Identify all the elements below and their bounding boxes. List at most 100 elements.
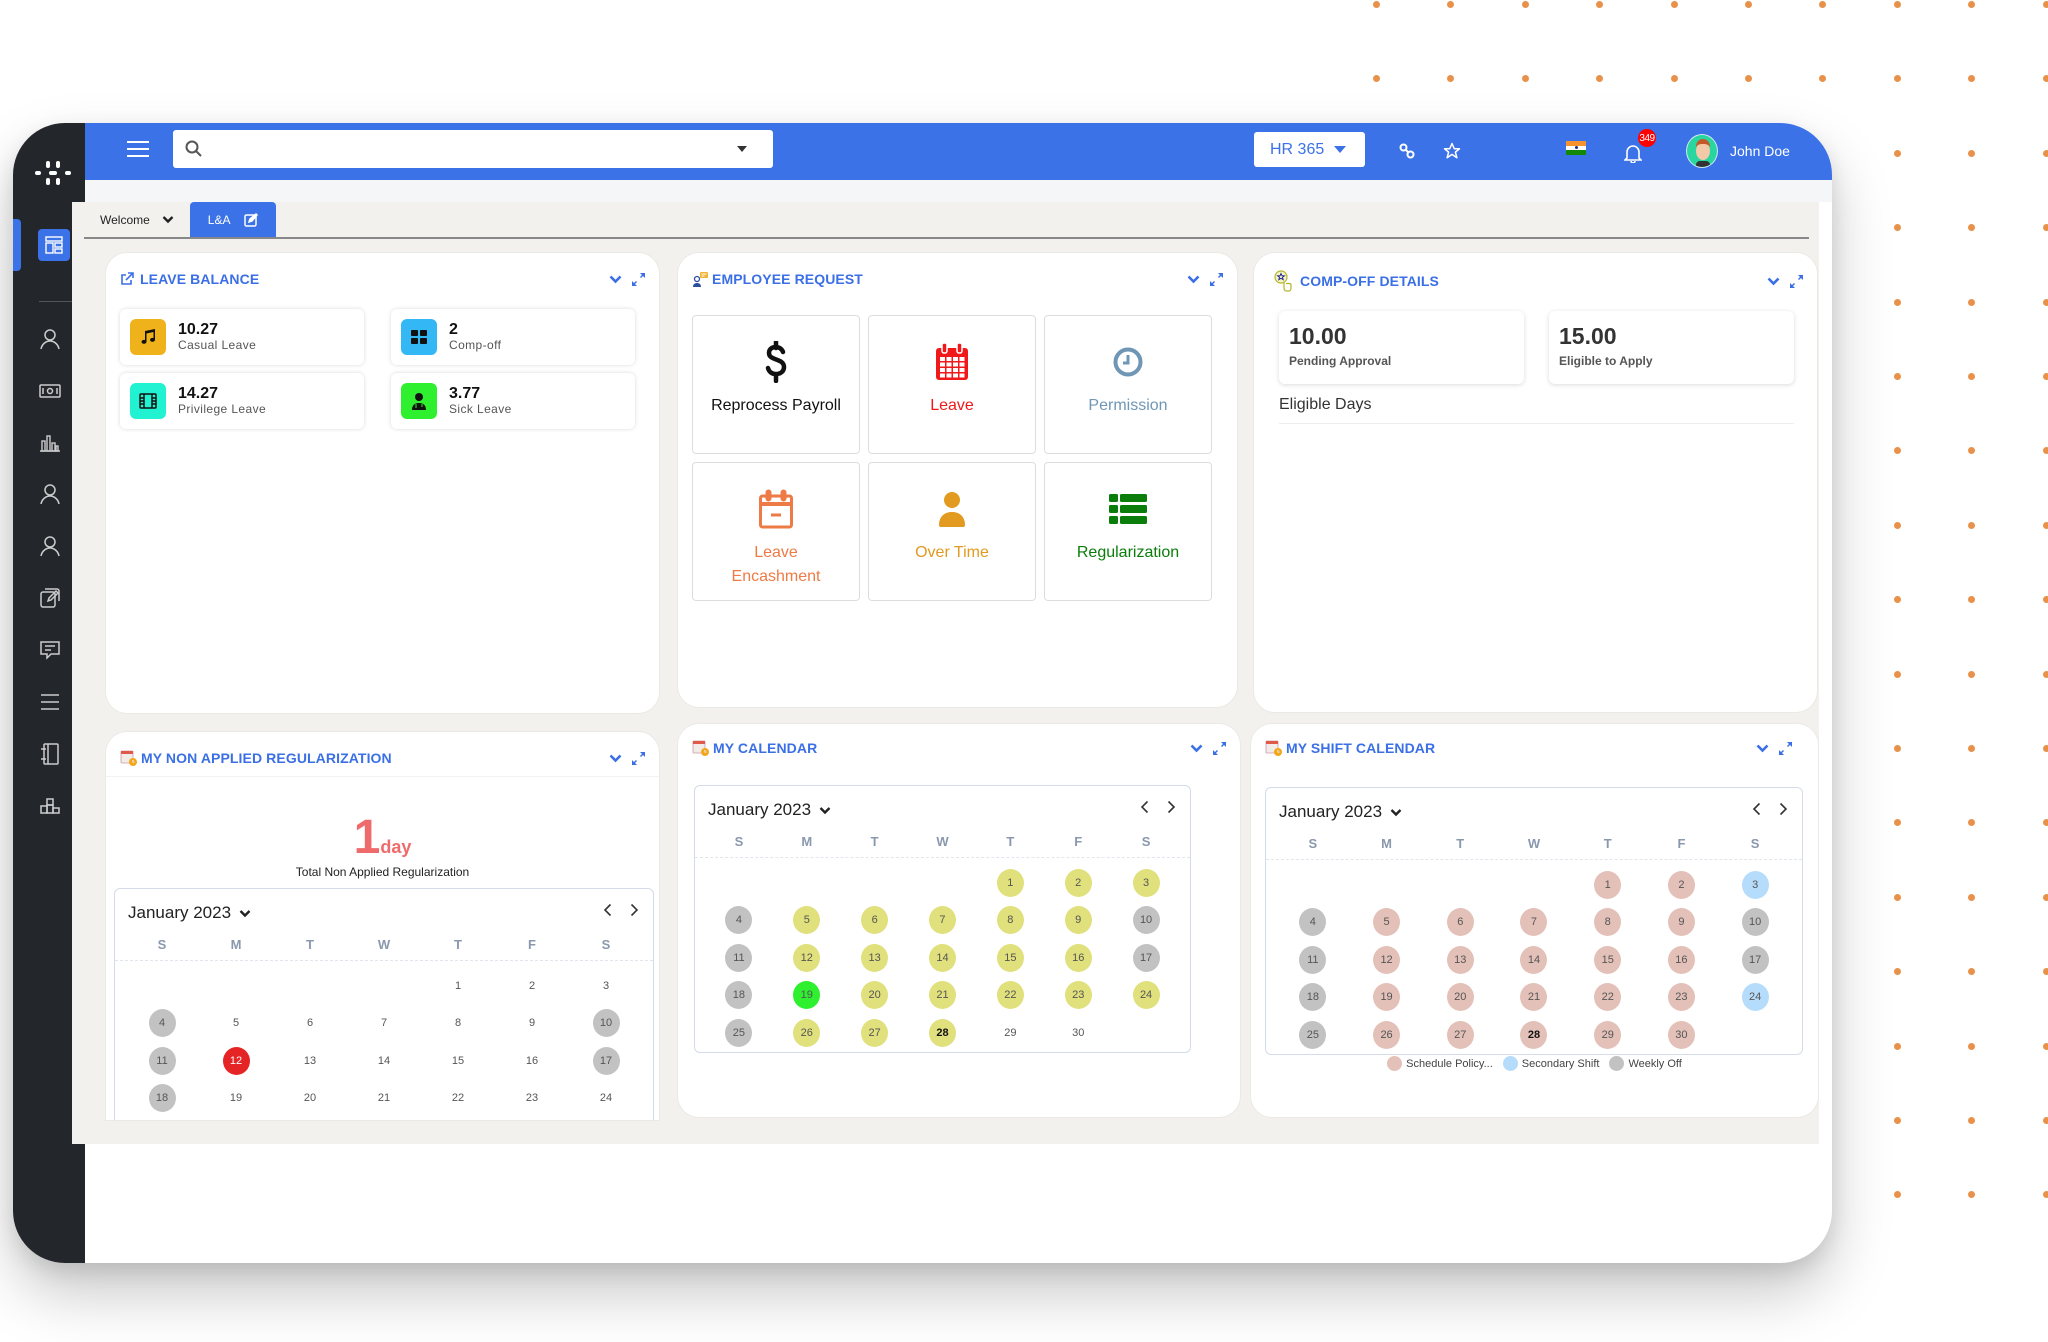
favorites-button[interactable] (1441, 140, 1463, 162)
tab-welcome[interactable]: Welcome (84, 202, 190, 237)
calendar-day[interactable]: 21 (371, 1084, 398, 1112)
expand-button[interactable] (1779, 741, 1792, 755)
calendar-day[interactable]: 5 (1373, 908, 1401, 937)
calendar-day[interactable]: 14 (371, 1047, 398, 1075)
calendar-day[interactable]: 23 (519, 1084, 546, 1112)
calendar-day[interactable]: 11 (725, 943, 753, 972)
collapse-button[interactable] (1756, 743, 1769, 753)
calendar-day[interactable]: 10 (592, 1009, 620, 1038)
expand-button[interactable] (1213, 741, 1226, 755)
calendar-day[interactable]: 20 (297, 1084, 324, 1112)
eligible-to-apply-tile[interactable]: 15.00 Eligible to Apply (1549, 311, 1794, 384)
calendar-day[interactable]: 2 (519, 972, 546, 1000)
calendar-day[interactable]: 21 (1520, 983, 1548, 1012)
calendar-day[interactable]: 30 (1065, 1019, 1092, 1047)
calendar-day[interactable]: 24 (1741, 983, 1769, 1012)
calendar-day[interactable]: 28 (928, 1018, 956, 1047)
leave-balance-tile[interactable]: 3.77 Sick Leave (391, 373, 635, 429)
next-month-button[interactable] (1779, 802, 1788, 816)
next-month-button[interactable] (630, 903, 639, 917)
calendar-day[interactable]: 1 (996, 868, 1024, 897)
employee-request-tile[interactable]: Leave Encashment (692, 462, 860, 601)
sidebar-item-profile[interactable] (35, 531, 65, 561)
calendar-day[interactable]: 25 (725, 1018, 753, 1047)
sidebar-item-documents[interactable] (35, 739, 65, 769)
calendar-day[interactable]: 22 (996, 981, 1024, 1010)
calendar-day[interactable]: 4 (725, 906, 753, 935)
calendar-day[interactable]: 13 (297, 1047, 324, 1075)
collapse-button[interactable] (1187, 274, 1200, 284)
calendar-day[interactable]: 5 (223, 1009, 250, 1037)
calendar-day[interactable]: 26 (793, 1018, 821, 1047)
user-name[interactable]: John Doe (1730, 143, 1790, 159)
calendar-day[interactable]: 30 (1667, 1020, 1695, 1049)
edit-icon[interactable] (244, 212, 259, 227)
search-dropdown-caret-icon[interactable] (737, 146, 747, 152)
employee-request-tile[interactable]: Regularization (1044, 462, 1212, 601)
calendar-day[interactable]: 4 (1299, 908, 1327, 937)
calendar-day[interactable]: 13 (1446, 945, 1474, 974)
collapse-button[interactable] (1767, 276, 1780, 286)
expand-button[interactable] (632, 272, 645, 286)
calendar-day[interactable]: 15 (445, 1047, 472, 1075)
employee-request-tile[interactable]: Permission (1044, 315, 1212, 454)
calendar-day[interactable]: 15 (1594, 945, 1622, 974)
calendar-day[interactable]: 18 (725, 981, 753, 1010)
leave-balance-tile[interactable]: 14.27 Privilege Leave (120, 373, 364, 429)
calendar-day[interactable]: 19 (793, 981, 821, 1010)
calendar-day[interactable]: 11 (1299, 945, 1327, 974)
calendar-day[interactable]: 13 (861, 943, 889, 972)
language-flag-india-icon[interactable] (1566, 141, 1586, 155)
month-selector[interactable]: January 2023 (708, 800, 831, 820)
month-selector[interactable]: January 2023 (1279, 802, 1402, 822)
module-selector[interactable]: HR 365 (1254, 132, 1365, 167)
calendar-day[interactable]: 22 (445, 1084, 472, 1112)
sidebar-item-requests[interactable] (35, 583, 65, 613)
sidebar-item-dashboard[interactable] (38, 229, 70, 261)
sidebar-item-employee[interactable] (35, 324, 65, 354)
calendar-day[interactable]: 2 (1064, 868, 1092, 897)
calendar-day[interactable]: 15 (996, 943, 1024, 972)
global-search[interactable] (173, 130, 773, 168)
employee-request-tile[interactable]: Over Time (868, 462, 1036, 601)
sidebar-item-people[interactable] (35, 479, 65, 509)
calendar-day[interactable]: 10 (1132, 906, 1160, 935)
expand-button[interactable] (1210, 272, 1223, 286)
calendar-day[interactable]: 18 (148, 1084, 176, 1113)
calendar-day[interactable]: 9 (1064, 906, 1092, 935)
calendar-day[interactable]: 23 (1667, 983, 1695, 1012)
calendar-day[interactable]: 22 (1594, 983, 1622, 1012)
calendar-day[interactable]: 8 (996, 906, 1024, 935)
collapse-button[interactable] (1190, 743, 1203, 753)
calendar-day[interactable]: 1 (445, 972, 472, 1000)
employee-request-tile[interactable]: Reprocess Payroll (692, 315, 860, 454)
calendar-day[interactable]: 16 (1667, 945, 1695, 974)
calendar-day[interactable]: 12 (222, 1046, 250, 1075)
calendar-day[interactable]: 9 (1667, 908, 1695, 937)
calendar-day[interactable]: 19 (223, 1084, 250, 1112)
sidebar-item-menu[interactable] (35, 687, 65, 717)
calendar-day[interactable]: 27 (861, 1018, 889, 1047)
month-selector[interactable]: January 2023 (128, 903, 251, 923)
calendar-day[interactable]: 20 (1446, 983, 1474, 1012)
calendar-day[interactable]: 3 (1741, 870, 1769, 899)
calendar-day[interactable]: 19 (1373, 983, 1401, 1012)
calendar-day[interactable]: 14 (928, 943, 956, 972)
prev-month-button[interactable] (1140, 800, 1149, 814)
user-avatar[interactable] (1686, 134, 1718, 168)
calendar-day[interactable]: 29 (1594, 1020, 1622, 1049)
collapse-button[interactable] (609, 753, 622, 763)
calendar-day[interactable]: 10 (1741, 908, 1769, 937)
calendar-day[interactable]: 7 (1520, 908, 1548, 937)
calendar-day[interactable]: 2 (1667, 870, 1695, 899)
calendar-day[interactable]: 7 (371, 1009, 398, 1037)
calendar-day[interactable]: 12 (1373, 945, 1401, 974)
calendar-day[interactable]: 27 (1446, 1020, 1474, 1049)
tab-la[interactable]: L&A (189, 202, 277, 237)
sidebar-item-payroll[interactable] (35, 376, 65, 406)
calendar-day[interactable]: 14 (1520, 945, 1548, 974)
pending-approval-tile[interactable]: 10.00 Pending Approval (1279, 311, 1524, 384)
calendar-day[interactable]: 26 (1373, 1020, 1401, 1049)
search-input[interactable] (173, 130, 773, 168)
calendar-day[interactable]: 6 (297, 1009, 324, 1037)
